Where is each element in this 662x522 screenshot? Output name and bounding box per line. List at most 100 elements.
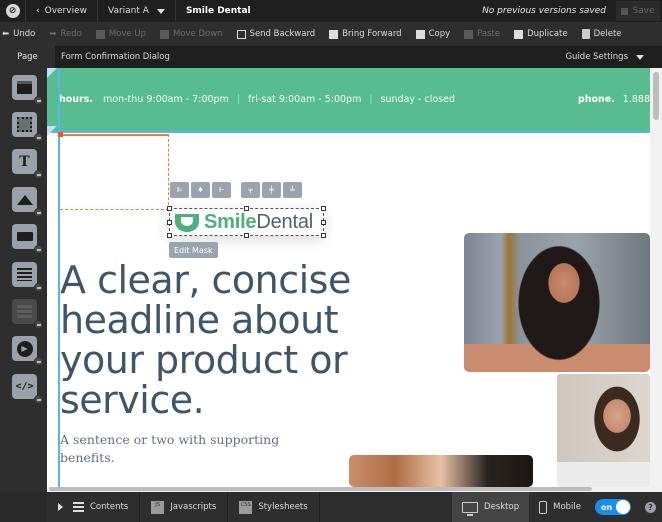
man-photo[interactable] bbox=[557, 374, 650, 487]
guide-anchor[interactable] bbox=[58, 132, 63, 137]
monitor-icon bbox=[462, 501, 479, 516]
button-tool[interactable] bbox=[12, 224, 43, 254]
tool-menu-icon[interactable] bbox=[34, 283, 43, 292]
align-top-button[interactable]: ╤ bbox=[241, 182, 260, 198]
app-logo[interactable]: ⊘ bbox=[0, 0, 26, 22]
box-tool[interactable] bbox=[12, 112, 43, 142]
bottom-bar: Contents JS Javascripts CSS Stylesheets … bbox=[0, 492, 662, 522]
tab-page[interactable]: Page bbox=[0, 46, 55, 68]
tool-menu-icon[interactable] bbox=[34, 245, 43, 254]
align-center-button[interactable]: ♦ bbox=[191, 182, 210, 198]
logo-image-selected[interactable]: SmileDental bbox=[167, 206, 326, 238]
image-tool[interactable] bbox=[12, 187, 43, 217]
page-tab-row: Page Form Confirmation Dialog Guide Sett… bbox=[0, 46, 662, 68]
redo-button[interactable]: ➡ Redo bbox=[42, 22, 88, 46]
tool-menu-icon[interactable] bbox=[34, 96, 43, 105]
guide-settings-dropdown[interactable]: Guide Settings bbox=[565, 52, 662, 62]
resize-handle[interactable] bbox=[321, 233, 326, 238]
phone-label: phone. bbox=[577, 94, 615, 105]
section-tool[interactable] bbox=[12, 75, 43, 105]
tool-menu-icon[interactable] bbox=[34, 320, 43, 329]
scroll-thumb[interactable] bbox=[49, 487, 592, 491]
list-icon bbox=[73, 502, 84, 512]
video-tool[interactable]: ▶ bbox=[12, 336, 43, 366]
phone-value: 1.888 bbox=[622, 94, 650, 105]
hero-headline[interactable]: A clear, concise headline about your pro… bbox=[60, 260, 390, 420]
hours-label: hours. bbox=[59, 94, 94, 105]
edit-mask-button[interactable]: Edit Mask bbox=[169, 242, 218, 258]
send-backward-button[interactable]: Send Backward bbox=[230, 22, 323, 46]
code-tool[interactable]: </> bbox=[12, 374, 43, 404]
hours-banner[interactable]: hours. mon-thu 9:00am - 7:00pm | fri-sat… bbox=[47, 68, 650, 133]
toggle-knob bbox=[616, 500, 630, 514]
copy-button[interactable]: Copy bbox=[409, 22, 458, 46]
landing-page-editor: ⊘ ‹ Overview Variant A Smile Dental No p… bbox=[0, 0, 662, 522]
mobile-view-button[interactable]: Mobile bbox=[529, 492, 591, 522]
javascripts-button[interactable]: JS Javascripts bbox=[140, 492, 229, 522]
scroll-thumb[interactable] bbox=[653, 72, 659, 120]
hours-sunday: sunday - closed bbox=[380, 94, 455, 105]
canvas-vertical-scrollbar[interactable] bbox=[650, 68, 662, 487]
redo-arrow-icon: ➡ bbox=[49, 29, 57, 39]
hero-subheadline[interactable]: A sentence or two with supporting benefi… bbox=[60, 431, 290, 467]
social-tool[interactable] bbox=[12, 299, 43, 329]
logo-icon: ⊘ bbox=[5, 4, 20, 18]
variant-dropdown[interactable]: Variant A bbox=[98, 0, 176, 22]
paste-button[interactable]: Paste bbox=[457, 22, 507, 46]
help-icon[interactable]: ? bbox=[645, 501, 656, 513]
bottom-photo[interactable] bbox=[349, 455, 533, 487]
hours-weekday: mon-thu 9:00am - 7:00pm bbox=[103, 94, 229, 105]
move-down-button[interactable]: Move Down bbox=[153, 22, 230, 46]
desktop-view-button[interactable]: Desktop bbox=[452, 492, 530, 522]
floppy-icon bbox=[621, 7, 629, 15]
chevron-left-icon: ‹ bbox=[36, 6, 40, 16]
text-tool[interactable]: T bbox=[12, 149, 43, 179]
code-icon: </> bbox=[15, 381, 34, 392]
delete-button[interactable]: Delete bbox=[575, 22, 629, 46]
tool-menu-icon[interactable] bbox=[34, 208, 43, 217]
resize-handle[interactable] bbox=[167, 206, 172, 211]
stylesheets-button[interactable]: CSS Stylesheets bbox=[228, 492, 320, 522]
duplicate-button[interactable]: Duplicate bbox=[507, 22, 575, 46]
button-icon bbox=[16, 232, 33, 241]
tool-menu-icon[interactable] bbox=[34, 170, 43, 179]
bring-forward-button[interactable]: Bring Forward bbox=[322, 22, 408, 46]
tool-menu-icon[interactable] bbox=[34, 395, 43, 404]
align-bottom-button[interactable]: ╧ bbox=[283, 182, 302, 198]
save-button[interactable]: Save bbox=[616, 1, 660, 21]
tool-menu-icon[interactable] bbox=[34, 357, 43, 366]
overview-link[interactable]: ‹ Overview bbox=[26, 0, 98, 22]
resize-handle[interactable] bbox=[321, 220, 326, 225]
form-tool[interactable] bbox=[12, 262, 43, 292]
align-left-button[interactable]: ⊫ bbox=[170, 182, 189, 198]
logo-text-smile: Smile bbox=[204, 210, 257, 233]
caret-down-icon bbox=[636, 54, 644, 60]
align-middle-button[interactable]: ╪ bbox=[262, 182, 281, 198]
guide-selection-box bbox=[60, 134, 169, 210]
form-icon bbox=[17, 268, 32, 281]
resize-handle[interactable] bbox=[321, 206, 326, 211]
box-icon bbox=[17, 117, 32, 132]
versions-status: No previous versions saved bbox=[482, 6, 606, 16]
expand-arrow-icon bbox=[58, 503, 63, 511]
undo-button[interactable]: ⬅ Undo bbox=[0, 22, 42, 46]
resize-handle[interactable] bbox=[167, 233, 172, 238]
resize-handle[interactable] bbox=[244, 233, 249, 238]
separator: | bbox=[236, 94, 241, 105]
move-up-button[interactable]: Move Up bbox=[89, 22, 153, 46]
align-bottom-icon: ╧ bbox=[290, 186, 295, 194]
contents-panel-toggle[interactable]: Contents bbox=[47, 492, 141, 522]
undo-arrow-icon: ⬅ bbox=[2, 29, 10, 39]
page-canvas[interactable]: hours. mon-thu 9:00am - 7:00pm | fri-sat… bbox=[47, 68, 650, 487]
resize-handle[interactable] bbox=[167, 220, 172, 225]
align-right-button[interactable]: ⊩ bbox=[212, 182, 231, 198]
align-top-icon: ╤ bbox=[248, 186, 253, 194]
duplicate-icon bbox=[514, 29, 524, 39]
woman-photo[interactable] bbox=[464, 233, 650, 372]
resize-handle[interactable] bbox=[244, 206, 249, 211]
tab-form-confirmation-dialog[interactable]: Form Confirmation Dialog bbox=[55, 52, 170, 62]
mobile-toggle[interactable]: on bbox=[595, 499, 631, 515]
tool-menu-icon[interactable] bbox=[34, 133, 43, 142]
align-middle-icon: ╪ bbox=[269, 186, 274, 194]
trash-icon bbox=[581, 29, 590, 39]
